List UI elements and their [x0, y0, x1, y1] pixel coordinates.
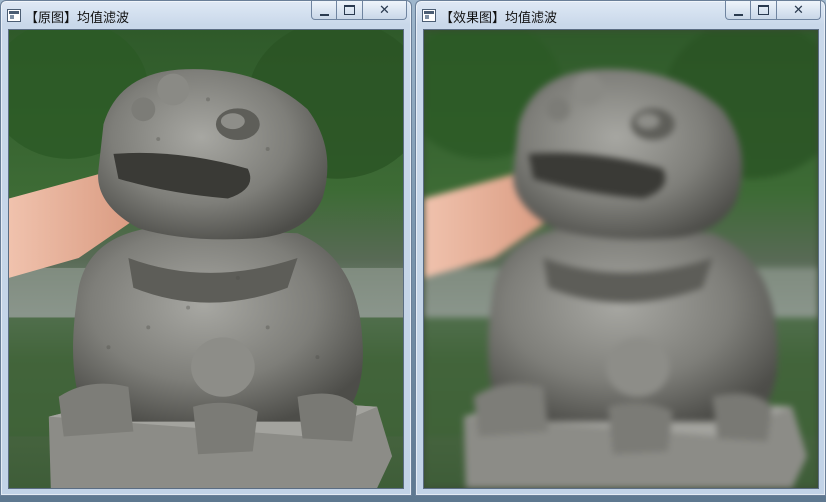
lion-photo-blurred — [424, 30, 818, 488]
lion-photo-original — [9, 30, 403, 488]
image-display-original — [8, 29, 404, 489]
maximize-button[interactable] — [751, 1, 777, 20]
close-icon: ✕ — [379, 2, 390, 18]
app-window-icon — [422, 9, 436, 22]
window-title: 【原图】均值滤波 — [25, 11, 130, 26]
minimize-button[interactable] — [725, 1, 751, 20]
maximize-icon — [344, 5, 355, 15]
minimize-icon — [319, 11, 329, 16]
image-display-result — [423, 29, 819, 489]
window-original[interactable]: 【原图】均值滤波 ✕ — [0, 0, 412, 496]
minimize-button[interactable] — [311, 1, 337, 20]
close-button[interactable]: ✕ — [363, 1, 407, 20]
app-window-icon — [7, 9, 21, 22]
close-icon: ✕ — [793, 2, 804, 18]
window-title: 【效果图】均值滤波 — [440, 11, 558, 26]
minimize-icon — [733, 11, 743, 16]
title-bar[interactable]: 【原图】均值滤波 ✕ — [1, 1, 411, 29]
title-bar[interactable]: 【效果图】均值滤波 ✕ — [416, 1, 825, 29]
maximize-button[interactable] — [337, 1, 363, 20]
maximize-icon — [758, 5, 769, 15]
window-result[interactable]: 【效果图】均值滤波 ✕ — [415, 0, 826, 496]
close-button[interactable]: ✕ — [777, 1, 821, 20]
